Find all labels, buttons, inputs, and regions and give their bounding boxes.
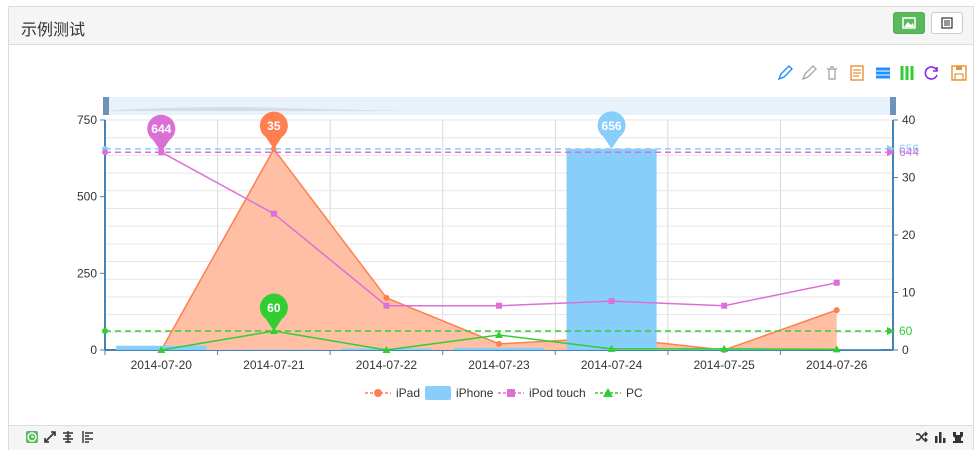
legend-item-ipad[interactable]: iPad bbox=[365, 386, 420, 400]
ipod-point bbox=[721, 302, 728, 309]
datazoom-handle-right[interactable] bbox=[890, 97, 896, 115]
y-left-tick-label: 750 bbox=[77, 113, 97, 127]
pc-avg-line-start bbox=[102, 328, 108, 335]
chart-panel: 示例测试 0 250 500 750 0 10 20 30 40 2014-07-20 2014-0… bbox=[8, 6, 974, 450]
y-right-tick-label: 30 bbox=[902, 171, 916, 185]
clock-icon[interactable] bbox=[25, 430, 39, 444]
y-right-tick-label: 20 bbox=[902, 228, 916, 242]
pc-avg-line-label: 60 bbox=[899, 324, 913, 338]
iphone-bar bbox=[453, 347, 545, 350]
legend-label: PC bbox=[626, 386, 643, 400]
ipad-max-pin: 35 bbox=[259, 111, 288, 150]
legend-label: iPod touch bbox=[529, 386, 586, 400]
bar-chart-icon[interactable] bbox=[933, 430, 947, 444]
ipad-area bbox=[161, 149, 837, 350]
ipod-point bbox=[383, 302, 390, 309]
ipod-point bbox=[270, 210, 277, 217]
ipod-max-pin-label: 644 bbox=[151, 122, 171, 136]
y-left-tick-label: 0 bbox=[90, 343, 97, 357]
ipod-max-line-label: 644 bbox=[899, 145, 919, 159]
restore-icon[interactable] bbox=[924, 66, 938, 80]
ipod-point bbox=[608, 298, 615, 305]
pc-max-pin-label: 60 bbox=[267, 301, 281, 315]
iphone-max-pin: 656 bbox=[597, 111, 626, 149]
ipad-point bbox=[496, 340, 502, 347]
mark-undo-icon[interactable] bbox=[801, 65, 817, 81]
legend-item-ipod-touch[interactable]: iPod touch bbox=[498, 386, 586, 400]
legend-label: iPhone bbox=[456, 386, 494, 400]
legend-label: iPad bbox=[396, 386, 420, 400]
data-view-icon[interactable] bbox=[850, 65, 864, 81]
ipod-point bbox=[833, 279, 840, 286]
save-image-icon[interactable] bbox=[951, 65, 967, 81]
x-tick-label: 2014-07-26 bbox=[806, 358, 868, 372]
ipod-max-pin: 644 bbox=[147, 114, 176, 153]
ipod-max-line-start bbox=[102, 149, 108, 156]
expand-icon[interactable] bbox=[43, 430, 57, 444]
datazoom-track bbox=[105, 97, 893, 115]
x-tick-label: 2014-07-22 bbox=[356, 358, 418, 372]
ipod-point bbox=[496, 302, 502, 309]
iphone-bar bbox=[566, 148, 657, 350]
ipad-point bbox=[833, 307, 840, 314]
x-tick-label: 2014-07-20 bbox=[131, 358, 193, 372]
x-tick-label: 2014-07-23 bbox=[468, 358, 530, 372]
x-tick-label: 2014-07-21 bbox=[243, 358, 305, 372]
x-tick-label: 2014-07-25 bbox=[693, 358, 755, 372]
align-center-icon[interactable] bbox=[61, 430, 75, 444]
y-right-tick-label: 40 bbox=[902, 113, 916, 127]
datazoom-handle-left[interactable] bbox=[103, 97, 109, 115]
legend-item-pc[interactable]: PC bbox=[595, 386, 643, 400]
y-right-tick-label: 10 bbox=[902, 286, 916, 300]
y-left-tick-label: 250 bbox=[77, 266, 97, 280]
line-chart-icon[interactable] bbox=[876, 67, 890, 79]
mark-pen-icon[interactable] bbox=[777, 65, 793, 81]
legend-marker bbox=[507, 389, 515, 397]
x-tick-label: 2014-07-24 bbox=[581, 358, 643, 372]
legend-marker bbox=[374, 389, 382, 397]
panel-footer bbox=[9, 425, 973, 450]
y-left-tick-label: 500 bbox=[77, 190, 97, 204]
mark-clear-icon[interactable] bbox=[827, 66, 837, 80]
shuffle-icon[interactable] bbox=[915, 430, 929, 444]
ipad-point bbox=[383, 294, 390, 301]
y-right-tick-label: 0 bbox=[902, 343, 909, 357]
bar-chart-icon[interactable] bbox=[900, 66, 914, 80]
pause-icon[interactable] bbox=[951, 430, 965, 444]
legend-swatch bbox=[425, 386, 451, 400]
ipad-max-pin-label: 35 bbox=[267, 119, 281, 133]
legend-item-iphone[interactable]: iPhone bbox=[425, 386, 494, 400]
iphone-max-pin-label: 656 bbox=[602, 119, 622, 133]
align-left-icon[interactable] bbox=[81, 430, 95, 444]
chart-canvas: 0 250 500 750 0 10 20 30 40 2014-07-20 2014-07-21 2… bbox=[77, 65, 967, 400]
